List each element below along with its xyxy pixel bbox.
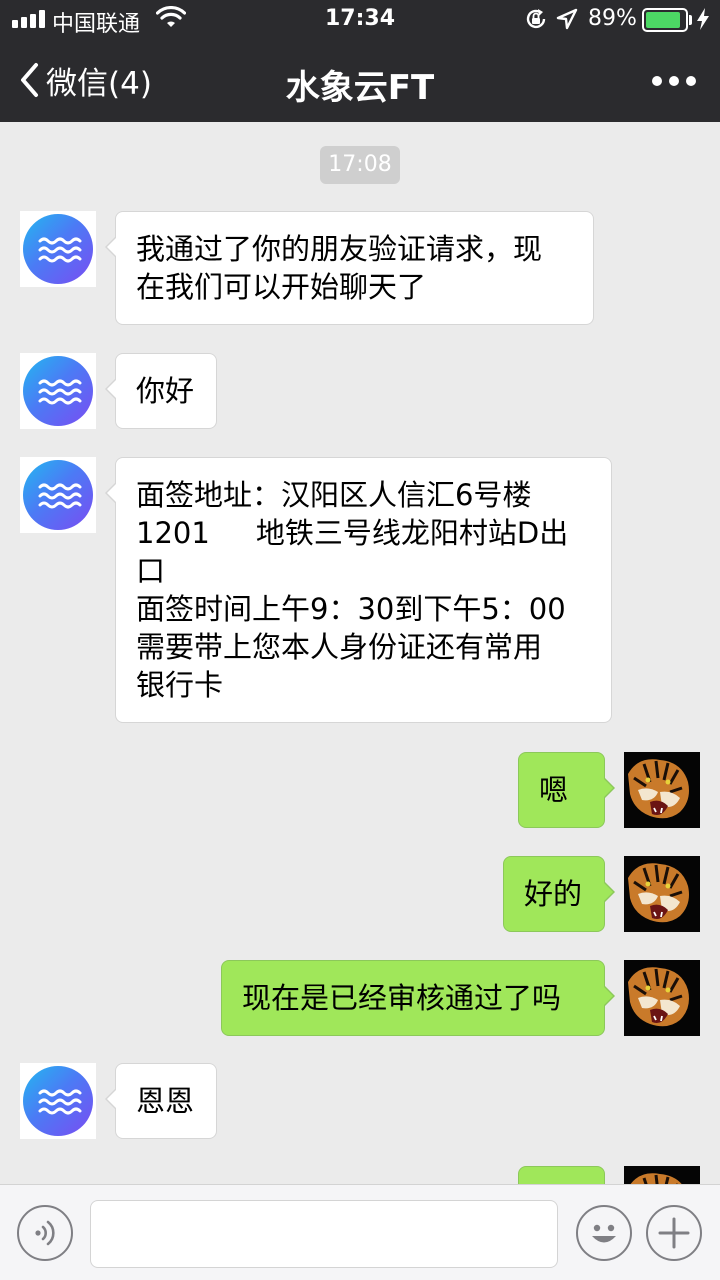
orientation-lock-icon — [526, 9, 546, 29]
battery-icon — [642, 8, 688, 32]
charging-icon — [697, 8, 709, 30]
contact-avatar[interactable] — [20, 457, 96, 533]
user-avatar[interactable] — [624, 1166, 700, 1184]
nav-bar: 微信(4) 水象云FT — [0, 40, 720, 122]
tiger-avatar-image — [624, 752, 700, 828]
timestamp-badge: 17:08 — [320, 146, 400, 184]
wave-logo-icon — [38, 1089, 82, 1115]
tiger-avatar-image — [624, 1166, 700, 1184]
contact-avatar[interactable] — [20, 353, 96, 429]
status-bar: 中国联通 17:34 89% — [0, 0, 720, 40]
wave-logo-icon — [38, 483, 82, 509]
message-bubble-incoming[interactable]: 面签地址：汉阳区人信汇6号楼 1201 地铁三号线龙阳村站D出 口 面签时间上午… — [105, 457, 612, 723]
wave-logo-icon — [38, 379, 82, 405]
message-bubble-incoming[interactable]: 恩恩 — [105, 1063, 217, 1139]
tiger-avatar-image — [624, 960, 700, 1036]
message-input[interactable] — [90, 1200, 558, 1268]
chat-area[interactable]: 17:08 我通过了你的朋友验证请求，现 在我们可以开始聊天了 你好 面签地址：… — [0, 122, 720, 1184]
input-bar — [0, 1184, 720, 1280]
user-avatar[interactable] — [624, 856, 700, 932]
user-avatar[interactable] — [624, 960, 700, 1036]
battery-level — [646, 12, 680, 28]
voice-icon[interactable] — [17, 1205, 73, 1261]
battery-percent: 89% — [588, 6, 637, 31]
wave-logo-icon — [38, 237, 82, 263]
location-icon — [556, 8, 578, 30]
contact-avatar[interactable] — [20, 211, 96, 287]
plus-icon[interactable] — [646, 1205, 702, 1261]
contact-avatar[interactable] — [20, 1063, 96, 1139]
user-avatar[interactable] — [624, 752, 700, 828]
message-bubble-outgoing[interactable]: 嗯 — [518, 752, 615, 828]
battery-tip — [689, 15, 692, 25]
emoji-icon[interactable] — [576, 1205, 632, 1261]
message-bubble-incoming[interactable]: 你好 — [105, 353, 217, 429]
message-bubble-incoming[interactable]: 我通过了你的朋友验证请求，现 在我们可以开始聊天了 — [105, 211, 594, 325]
message-bubble-outgoing[interactable]: 现在是已经审核通过了吗 — [221, 960, 615, 1036]
more-dots-icon[interactable] — [652, 76, 696, 86]
message-bubble-outgoing[interactable] — [518, 1166, 605, 1184]
chat-title: 水象云FT — [285, 68, 435, 108]
top-bar: 中国联通 17:34 89% 微信(4) 水象云FT — [0, 0, 720, 122]
message-bubble-outgoing[interactable]: 好的 — [503, 856, 615, 932]
tiger-avatar-image — [624, 856, 700, 932]
